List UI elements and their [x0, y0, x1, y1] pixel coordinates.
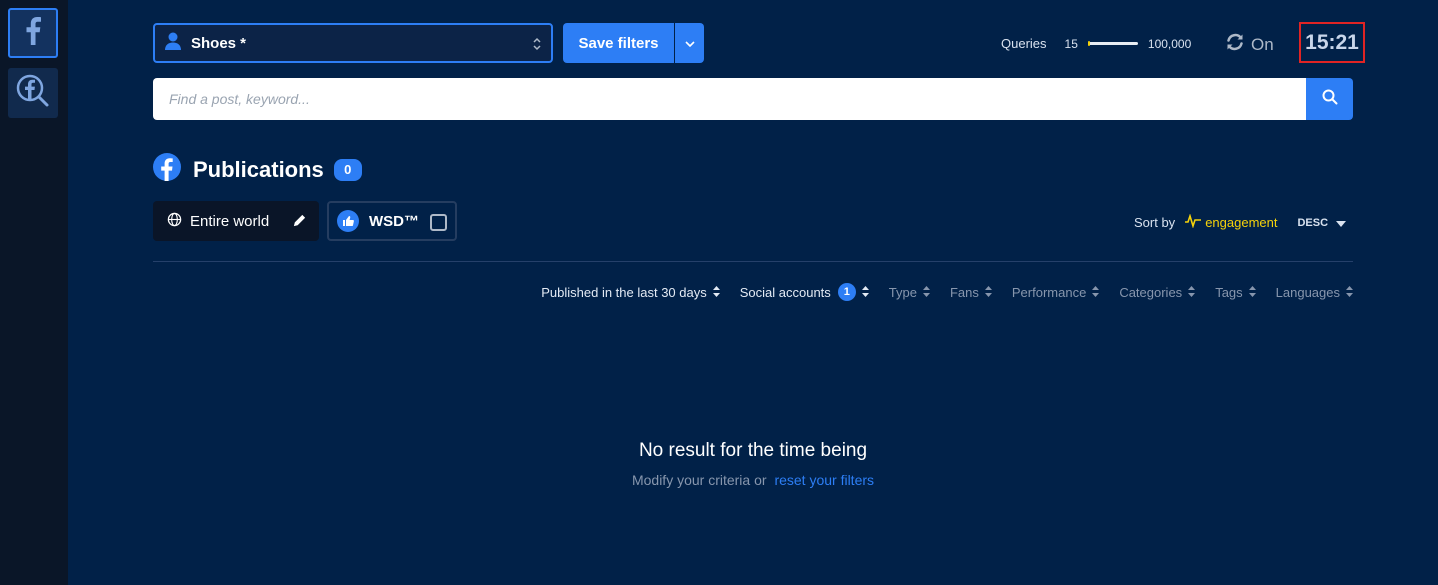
clock: 15:21	[1299, 22, 1365, 63]
save-filters-dropdown-button[interactable]	[675, 23, 704, 63]
user-icon	[165, 32, 181, 55]
auto-refresh-toggle[interactable]: On	[1225, 32, 1274, 57]
empty-state-subtitle: Modify your criteria or reset your filte…	[553, 472, 953, 488]
filter-type[interactable]: Type	[889, 285, 930, 300]
wsd-filter-chip[interactable]: WSD™	[327, 201, 457, 241]
search-button[interactable]	[1306, 78, 1353, 120]
empty-state-text: Modify your criteria or	[631, 472, 767, 488]
divider	[153, 261, 1353, 262]
select-arrows-icon	[533, 37, 541, 56]
filter-fans[interactable]: Fans	[950, 285, 992, 300]
sort-arrows-icon	[1248, 285, 1256, 300]
globe-icon	[167, 212, 182, 231]
facebook-icon	[153, 153, 181, 186]
sort-direction[interactable]: DESC	[1297, 217, 1328, 229]
filter-social-accounts[interactable]: Social accounts 1	[740, 283, 869, 301]
search-bar	[153, 78, 1353, 120]
queries-label: Queries	[1001, 36, 1047, 51]
caret-down-icon[interactable]	[1336, 215, 1347, 230]
refresh-icon	[1225, 32, 1245, 57]
publications-header: Publications 0	[153, 153, 362, 186]
pencil-icon[interactable]	[292, 213, 307, 232]
filter-label: Categories	[1119, 284, 1183, 300]
filter-label: Tags	[1215, 284, 1243, 300]
chevron-down-icon	[684, 34, 695, 52]
sort-arrows-icon	[1092, 285, 1100, 300]
filter-label: Languages	[1275, 284, 1340, 300]
account-select[interactable]: Shoes *	[153, 23, 553, 63]
sort-arrows-icon	[984, 285, 992, 300]
sort-by-label: Sort by	[1134, 215, 1176, 230]
search-icon	[1322, 89, 1338, 110]
location-filter-label: Entire world	[190, 212, 270, 230]
queries-progress-fill	[1087, 41, 1090, 46]
publications-count-badge: 0	[333, 158, 362, 181]
save-filters-button[interactable]: Save filters	[563, 23, 674, 63]
facebook-search-icon	[16, 74, 50, 113]
main: Shoes * Save filters Queries 15 100,000 …	[68, 0, 1438, 585]
sort-control[interactable]: Sort by engagement DESC	[1134, 213, 1347, 231]
filter-label: Fans	[949, 284, 979, 300]
thumbs-up-icon	[337, 210, 359, 232]
queries-progress-bar	[1087, 41, 1138, 46]
queries-meter: Queries 15 100,000	[1001, 36, 1191, 51]
sidebar-item-facebook[interactable]	[8, 8, 58, 58]
sort-arrows-icon	[861, 285, 869, 300]
sidebar-item-facebook-search[interactable]	[8, 68, 58, 118]
sort-arrows-icon	[712, 285, 720, 300]
filter-label: Type	[888, 284, 917, 300]
queries-max: 100,000	[1147, 36, 1192, 51]
filter-count-badge: 1	[837, 283, 856, 301]
wsd-filter-label: WSD™	[369, 212, 419, 230]
filter-label: Performance	[1011, 284, 1087, 300]
empty-state-title: No result for the time being	[638, 440, 868, 461]
page-title: Publications	[193, 156, 324, 182]
filter-label: Social accounts	[739, 284, 831, 300]
pulse-icon	[1185, 213, 1202, 231]
location-filter-chip[interactable]: Entire world	[153, 201, 319, 241]
filter-bar: Published in the last 30 days Social acc…	[521, 283, 1353, 301]
auto-refresh-label: On	[1251, 34, 1274, 54]
reset-filters-link[interactable]: reset your filters	[774, 472, 874, 488]
sort-arrows-icon	[1188, 285, 1196, 300]
filter-performance[interactable]: Performance	[1011, 284, 1100, 300]
filter-languages[interactable]: Languages	[1276, 285, 1353, 300]
search-input[interactable]	[153, 78, 1306, 120]
sort-field[interactable]: engagement	[1205, 215, 1277, 230]
sort-arrows-icon	[1346, 285, 1353, 300]
filter-tags[interactable]: Tags	[1215, 284, 1256, 300]
facebook-icon	[25, 16, 41, 50]
sort-arrows-icon	[922, 285, 930, 300]
filter-published[interactable]: Published in the last 30 days	[541, 285, 720, 300]
queries-current: 15	[1064, 36, 1078, 51]
empty-state: No result for the time being Modify your…	[553, 440, 953, 488]
sidebar	[0, 0, 68, 585]
account-select-value: Shoes *	[191, 34, 247, 52]
filter-label: Published in the last 30 days	[541, 284, 707, 300]
wsd-checkbox[interactable]	[430, 214, 447, 231]
filter-categories[interactable]: Categories	[1119, 284, 1196, 300]
